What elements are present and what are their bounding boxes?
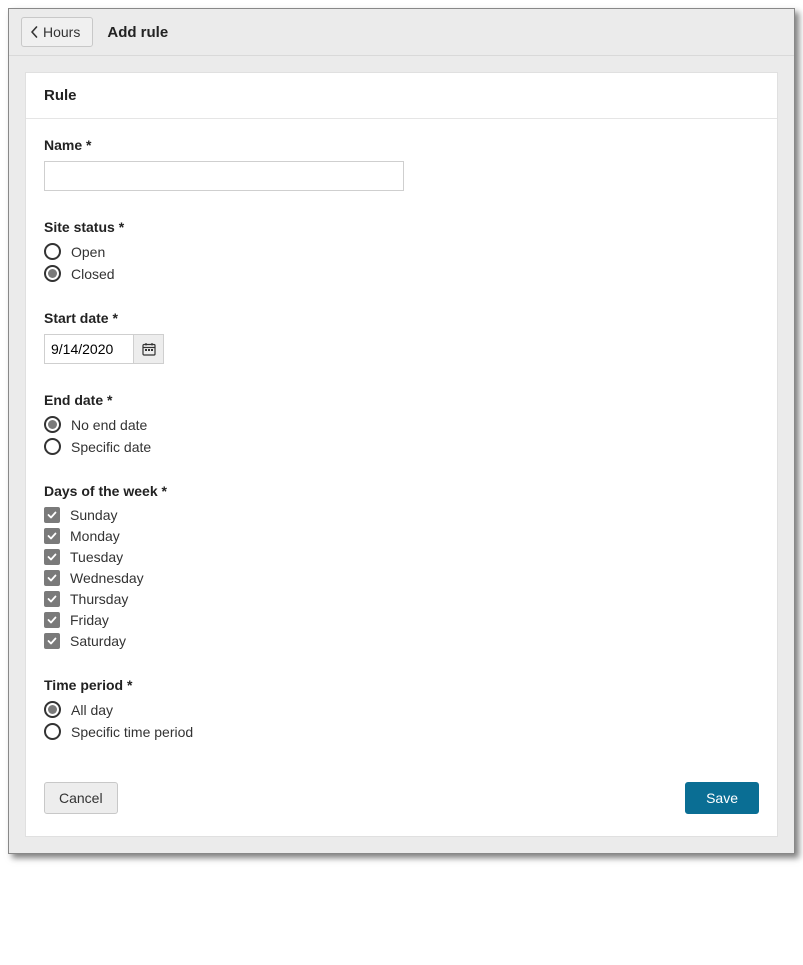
start-date-picker-button[interactable]	[134, 334, 164, 364]
days-field-group: Days of the week * Sunday Monday Tuesday	[44, 483, 759, 649]
rule-panel: Rule Name * Site status * Open Closed	[25, 72, 778, 837]
panel-header: Rule	[26, 73, 777, 119]
start-date-label: Start date *	[44, 310, 759, 326]
end-date-field-group: End date * No end date Specific date	[44, 392, 759, 455]
radio-no-end-date-label: No end date	[71, 417, 147, 433]
radio-specific-date[interactable]	[44, 438, 61, 455]
site-status-field-group: Site status * Open Closed	[44, 219, 759, 282]
day-sunday-label: Sunday	[70, 507, 117, 523]
add-rule-window: Hours Add rule Rule Name * Site status *…	[8, 8, 795, 854]
end-date-label: End date *	[44, 392, 759, 408]
days-label: Days of the week *	[44, 483, 759, 499]
name-field-group: Name *	[44, 137, 759, 191]
radio-specific-date-label: Specific date	[71, 439, 151, 455]
day-saturday-label: Saturday	[70, 633, 126, 649]
topbar: Hours Add rule	[9, 9, 794, 56]
day-sunday-row[interactable]: Sunday	[44, 507, 759, 523]
end-date-specific-row[interactable]: Specific date	[44, 438, 759, 455]
site-status-label: Site status *	[44, 219, 759, 235]
radio-all-day[interactable]	[44, 701, 61, 718]
end-date-noend-row[interactable]: No end date	[44, 416, 759, 433]
panel-footer: Cancel Save	[26, 766, 777, 836]
checkbox-sunday[interactable]	[44, 507, 60, 523]
radio-specific-time-label: Specific time period	[71, 724, 193, 740]
calendar-icon	[142, 342, 156, 356]
radio-closed[interactable]	[44, 265, 61, 282]
checkbox-wednesday[interactable]	[44, 570, 60, 586]
radio-open[interactable]	[44, 243, 61, 260]
day-friday-row[interactable]: Friday	[44, 612, 759, 628]
start-date-input-wrap	[44, 334, 759, 364]
start-date-input[interactable]	[44, 334, 134, 364]
checkbox-friday[interactable]	[44, 612, 60, 628]
day-thursday-label: Thursday	[70, 591, 128, 607]
site-status-open-row[interactable]: Open	[44, 243, 759, 260]
cancel-button[interactable]: Cancel	[44, 782, 118, 814]
day-tuesday-label: Tuesday	[70, 549, 123, 565]
day-thursday-row[interactable]: Thursday	[44, 591, 759, 607]
back-button[interactable]: Hours	[21, 17, 93, 47]
name-input[interactable]	[44, 161, 404, 191]
checkbox-tuesday[interactable]	[44, 549, 60, 565]
radio-all-day-label: All day	[71, 702, 113, 718]
radio-no-end-date[interactable]	[44, 416, 61, 433]
checkbox-monday[interactable]	[44, 528, 60, 544]
name-label: Name *	[44, 137, 759, 153]
checkbox-thursday[interactable]	[44, 591, 60, 607]
panel-body: Name * Site status * Open Closed Star	[26, 119, 777, 766]
time-period-field-group: Time period * All day Specific time peri…	[44, 677, 759, 740]
content-area: Rule Name * Site status * Open Closed	[9, 56, 794, 853]
back-label: Hours	[43, 24, 80, 40]
save-button[interactable]: Save	[685, 782, 759, 814]
day-wednesday-row[interactable]: Wednesday	[44, 570, 759, 586]
time-allday-row[interactable]: All day	[44, 701, 759, 718]
time-period-label: Time period *	[44, 677, 759, 693]
site-status-closed-row[interactable]: Closed	[44, 265, 759, 282]
radio-open-label: Open	[71, 244, 105, 260]
time-specific-row[interactable]: Specific time period	[44, 723, 759, 740]
day-wednesday-label: Wednesday	[70, 570, 144, 586]
page-title: Add rule	[107, 24, 168, 41]
radio-specific-time[interactable]	[44, 723, 61, 740]
day-saturday-row[interactable]: Saturday	[44, 633, 759, 649]
day-friday-label: Friday	[70, 612, 109, 628]
day-tuesday-row[interactable]: Tuesday	[44, 549, 759, 565]
radio-closed-label: Closed	[71, 266, 115, 282]
checkbox-saturday[interactable]	[44, 633, 60, 649]
day-monday-label: Monday	[70, 528, 120, 544]
start-date-field-group: Start date *	[44, 310, 759, 364]
day-monday-row[interactable]: Monday	[44, 528, 759, 544]
chevron-left-icon	[30, 26, 39, 38]
